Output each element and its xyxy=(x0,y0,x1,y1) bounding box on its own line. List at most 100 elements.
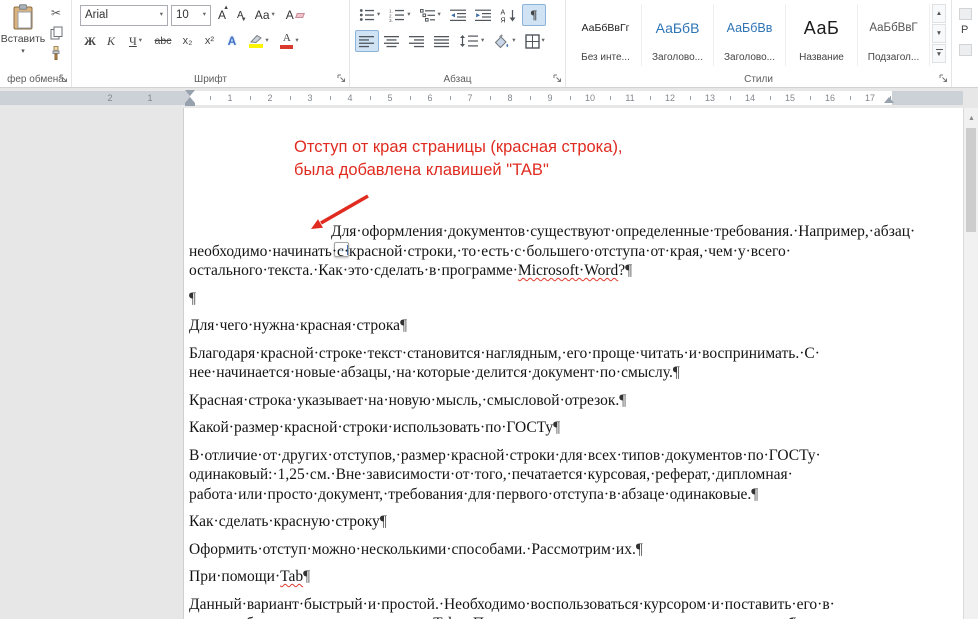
text-line[interactable]: Как·сделать·красную·строку¶ xyxy=(189,512,949,532)
paragraph: Данный·вариант·быстрый·и·простой.·Необхо… xyxy=(189,595,949,619)
styles-scroll-down-button[interactable]: ▼ xyxy=(932,24,946,43)
show-formatting-marks-button[interactable]: ¶ xyxy=(522,4,546,26)
copy-button[interactable] xyxy=(46,24,66,42)
scrollbar-thumb[interactable] xyxy=(966,128,976,232)
ruler-number: 9 xyxy=(547,94,552,103)
left-indent-marker[interactable] xyxy=(185,103,195,106)
sort-button[interactable]: А Я xyxy=(496,4,521,26)
chevron-down-icon: ▾ xyxy=(438,12,441,19)
align-left-icon xyxy=(359,35,375,48)
justify-button[interactable] xyxy=(430,30,454,52)
italic-button[interactable]: К xyxy=(101,30,121,52)
style-label: Заголово... xyxy=(652,52,703,63)
text-line[interactable]: Благодаря·красной·строке·текст·становитс… xyxy=(189,344,949,364)
superscript-button[interactable]: x² xyxy=(199,30,220,52)
underline-button[interactable]: Ч▾ xyxy=(122,30,149,52)
style-label: Заголово... xyxy=(724,52,775,63)
decrease-indent-button[interactable] xyxy=(446,4,470,26)
subscript-button[interactable]: x₂ xyxy=(177,30,198,52)
page[interactable]: Отступ от края страницы (красная строка)… xyxy=(183,108,963,619)
font-size-value: 10 xyxy=(176,9,189,21)
format-painter-button[interactable] xyxy=(46,44,66,62)
clipboard-dialog-launcher[interactable] xyxy=(58,73,69,84)
first-line-indent-marker[interactable] xyxy=(185,90,195,96)
font-size-select[interactable]: 10 ▾ xyxy=(171,5,211,26)
paragraph: Оформить·отступ·можно·несколькими·способ… xyxy=(189,540,949,560)
ruler-number: 6 xyxy=(427,94,432,103)
styles-more-button[interactable]: ▼ xyxy=(932,44,946,63)
align-right-icon xyxy=(409,35,425,48)
align-left-button[interactable] xyxy=(355,30,379,52)
ruler-number: 16 xyxy=(825,94,835,103)
ruler[interactable]: 121234567891011121314151617 xyxy=(0,88,978,108)
style-preview: АаБ xyxy=(804,4,840,52)
chevron-down-icon: ▾ xyxy=(21,47,25,55)
cut-button[interactable]: ✂ xyxy=(46,4,66,22)
paragraph: ¶ xyxy=(189,289,949,309)
dialog-launcher-icon xyxy=(337,74,346,83)
bullets-button[interactable]: ▾ xyxy=(355,4,384,26)
font-family-value: Arial xyxy=(85,9,108,21)
text-line[interactable]: необходимо·начинать·с·красной·строки,·то… xyxy=(189,242,949,262)
style-card-subtitle[interactable]: АаБбВвГ Подзагол... xyxy=(858,4,930,66)
borders-button[interactable]: ▾ xyxy=(521,30,549,52)
word-window: Вставить ▾ ✂ xyxy=(0,0,978,619)
shrink-font-button[interactable]: А▼ xyxy=(233,4,248,26)
text-line[interactable]: начало·абзаца,·нажать·на·клавишу·«Tab».·… xyxy=(189,614,949,619)
paragraph-dialog-launcher[interactable] xyxy=(552,73,563,84)
ruler-number: 12 xyxy=(665,94,675,103)
ruler-number: 2 xyxy=(267,94,272,103)
text-line[interactable]: При·помощи·Tab¶ xyxy=(189,567,949,587)
styles-group: АаБбВвГг Без инте... АаБбВ Заголово... А… xyxy=(566,0,952,87)
styles-scroll-up-button[interactable]: ▲ xyxy=(932,4,946,23)
text-line[interactable]: одинаковый:·1,25·см.·Вне·зависимости·от·… xyxy=(189,465,949,485)
line-spacing-button[interactable]: ▾ xyxy=(455,30,488,52)
style-card-no-spacing[interactable]: АаБбВвГг Без инте... xyxy=(570,4,642,66)
strikethrough-button[interactable]: abc xyxy=(150,30,176,52)
style-label: Подзагол... xyxy=(868,52,919,63)
annotation-text[interactable]: Отступ от края страницы (красная строка)… xyxy=(294,136,623,182)
text-line[interactable]: нее·начинается·новые·абзацы,·на·которые·… xyxy=(189,363,949,383)
scroll-up-arrow-icon[interactable]: ▲ xyxy=(964,110,978,126)
text-line[interactable]: В·отличие·от·других·отступов,·размер·кра… xyxy=(189,446,949,466)
font-family-select[interactable]: Arial ▾ xyxy=(80,5,168,26)
numbering-button[interactable]: 1. 2. 3. ▾ xyxy=(385,4,414,26)
paragraph: При·помощи·Tab¶ xyxy=(189,567,949,587)
highlight-color-button[interactable]: ▾ xyxy=(244,30,274,52)
dialog-launcher-icon xyxy=(939,74,948,83)
vertical-scrollbar[interactable]: ▲ xyxy=(963,108,978,619)
text-line[interactable]: Красная·строка·указывает·на·новую·мысль,… xyxy=(189,391,949,411)
right-indent-marker[interactable] xyxy=(884,97,894,103)
text-line[interactable]: остального·текста.·Как·это·сделать·в·про… xyxy=(189,261,949,281)
multilevel-list-button[interactable]: ▾ xyxy=(416,4,445,26)
bold-button[interactable]: Ж xyxy=(80,30,100,52)
align-right-button[interactable] xyxy=(405,30,429,52)
styles-dialog-launcher[interactable] xyxy=(938,73,949,84)
style-card-heading2[interactable]: АаБбВв Заголово... xyxy=(714,4,786,66)
clear-formatting-letter: А xyxy=(286,8,294,22)
paste-button[interactable]: Вставить ▾ xyxy=(2,3,44,71)
shading-button[interactable]: ▾ xyxy=(489,30,519,52)
change-case-button[interactable]: Аа▾ xyxy=(251,4,279,26)
font-color-button[interactable]: А ▾ xyxy=(275,30,304,52)
text-line[interactable]: Данный·вариант·быстрый·и·простой.·Необхо… xyxy=(189,595,949,615)
text-effects-button[interactable]: А xyxy=(221,30,243,52)
styles-gallery: АаБбВвГг Без инте... АаБбВ Заголово... А… xyxy=(570,4,930,66)
text-line[interactable]: ¶ xyxy=(189,289,949,309)
font-dialog-launcher[interactable] xyxy=(336,73,347,84)
copy-icon xyxy=(50,26,63,40)
text-line[interactable]: работа·или·просто·документ,·требования·д… xyxy=(189,485,949,505)
text-line[interactable]: Какой·размер·красной·строки·использовать… xyxy=(189,418,949,438)
ruler-number: 7 xyxy=(467,94,472,103)
align-center-button[interactable] xyxy=(380,30,404,52)
clear-formatting-button[interactable]: А xyxy=(282,4,308,26)
text-line[interactable]: Для·чего·нужна·красная·строка¶ xyxy=(189,316,949,336)
text-line[interactable]: Для·оформления·документов·существуют·опр… xyxy=(189,222,949,242)
grow-font-button[interactable]: А▲ xyxy=(214,4,230,26)
style-card-heading1[interactable]: АаБбВ Заголово... xyxy=(642,4,714,66)
style-card-title[interactable]: АаБ Название xyxy=(786,4,858,66)
multilevel-list-icon xyxy=(420,8,436,22)
paragraph: Для·оформления·документов·существуют·опр… xyxy=(189,222,949,281)
increase-indent-button[interactable] xyxy=(471,4,495,26)
text-line[interactable]: Оформить·отступ·можно·несколькими·способ… xyxy=(189,540,949,560)
